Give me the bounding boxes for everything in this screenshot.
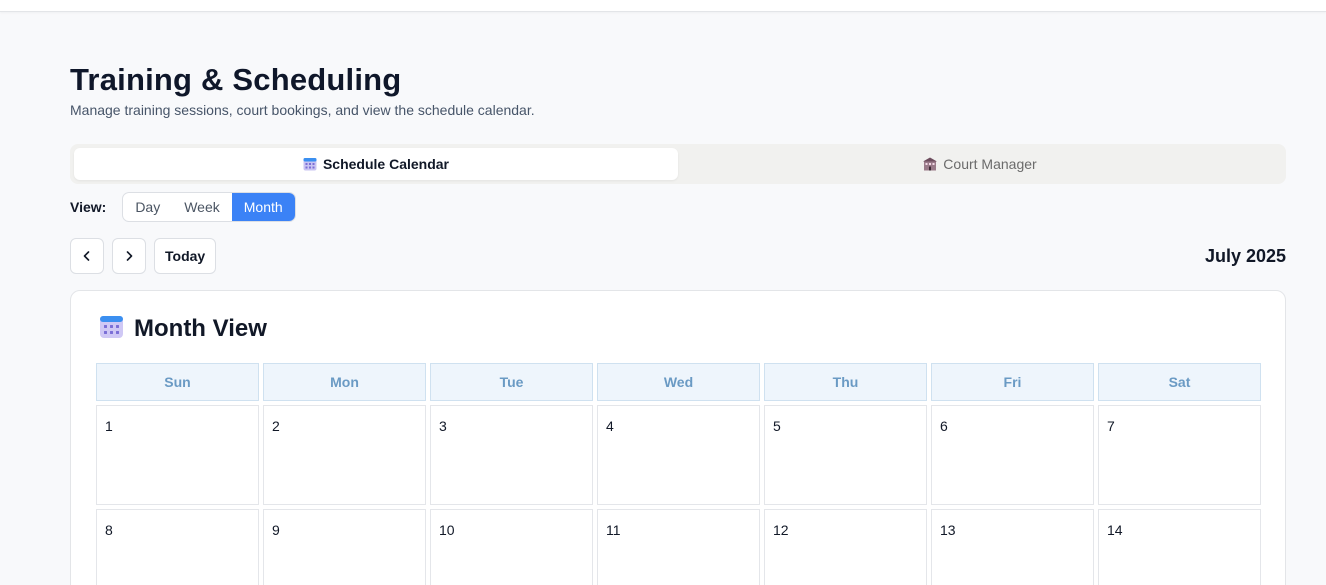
day-cell[interactable]: 11 (597, 509, 760, 585)
top-bar (0, 0, 1326, 12)
tab-bar: Schedule Calendar Court Manager (70, 144, 1286, 184)
calendar-navigation: Today (70, 238, 217, 274)
weekday-header-thu: Thu (764, 363, 927, 401)
month-grid-header: Sun Mon Tue Wed Thu Fri Sat (96, 363, 1262, 401)
tab-court-manager-label: Court Manager (943, 156, 1037, 172)
day-cell[interactable]: 1 (96, 405, 259, 505)
day-cell[interactable]: 13 (931, 509, 1094, 585)
chevron-right-icon (126, 251, 133, 261)
page-title: Training & Scheduling (70, 62, 402, 97)
day-cell[interactable]: 2 (263, 405, 426, 505)
weekday-header-wed: Wed (597, 363, 760, 401)
next-button[interactable] (112, 238, 146, 274)
month-grid-week-1: 1 2 3 4 5 6 7 (96, 405, 1262, 505)
month-view-title: Month View (134, 315, 267, 342)
tab-court-manager[interactable]: Court Manager (678, 148, 1282, 180)
weekday-header-sun: Sun (96, 363, 259, 401)
page-subtitle: Manage training sessions, court bookings… (70, 102, 535, 118)
day-cell[interactable]: 4 (597, 405, 760, 505)
month-view-header: Month View (99, 315, 267, 343)
month-grid-week-2: 8 9 10 11 12 13 14 (96, 509, 1262, 585)
tab-schedule-calendar-label: Schedule Calendar (322, 156, 450, 172)
day-cell[interactable]: 6 (931, 405, 1094, 505)
current-month-label: July 2025 (1204, 246, 1286, 266)
building-icon (923, 157, 938, 171)
today-button[interactable]: Today (154, 238, 217, 274)
weekday-header-sat: Sat (1098, 363, 1261, 401)
view-segmented-control: Day Week Month (122, 192, 296, 222)
previous-button[interactable] (70, 238, 104, 274)
view-option-week[interactable]: Week (172, 193, 232, 221)
day-cell[interactable]: 14 (1098, 509, 1261, 585)
day-cell[interactable]: 9 (263, 509, 426, 585)
view-option-day[interactable]: Day (123, 193, 172, 221)
day-cell[interactable]: 10 (430, 509, 593, 585)
day-cell[interactable]: 3 (430, 405, 593, 505)
tab-schedule-calendar[interactable]: Schedule Calendar (74, 148, 678, 180)
weekday-header-tue: Tue (430, 363, 593, 401)
weekday-header-mon: Mon (263, 363, 426, 401)
day-cell[interactable]: 8 (96, 509, 259, 585)
day-cell[interactable]: 12 (764, 509, 927, 585)
month-view-card: Month View Sun Mon Tue Wed Thu Fri Sat 1… (70, 290, 1286, 585)
day-cell[interactable]: 5 (764, 405, 927, 505)
view-option-month[interactable]: Month (231, 193, 295, 221)
calendar-icon (99, 314, 124, 344)
calendar-icon (303, 157, 317, 171)
chevron-left-icon (83, 251, 90, 261)
view-switcher: View: Day Week Month (70, 192, 296, 222)
view-label: View: (70, 199, 107, 215)
day-cell[interactable]: 7 (1098, 405, 1261, 505)
weekday-header-fri: Fri (931, 363, 1094, 401)
